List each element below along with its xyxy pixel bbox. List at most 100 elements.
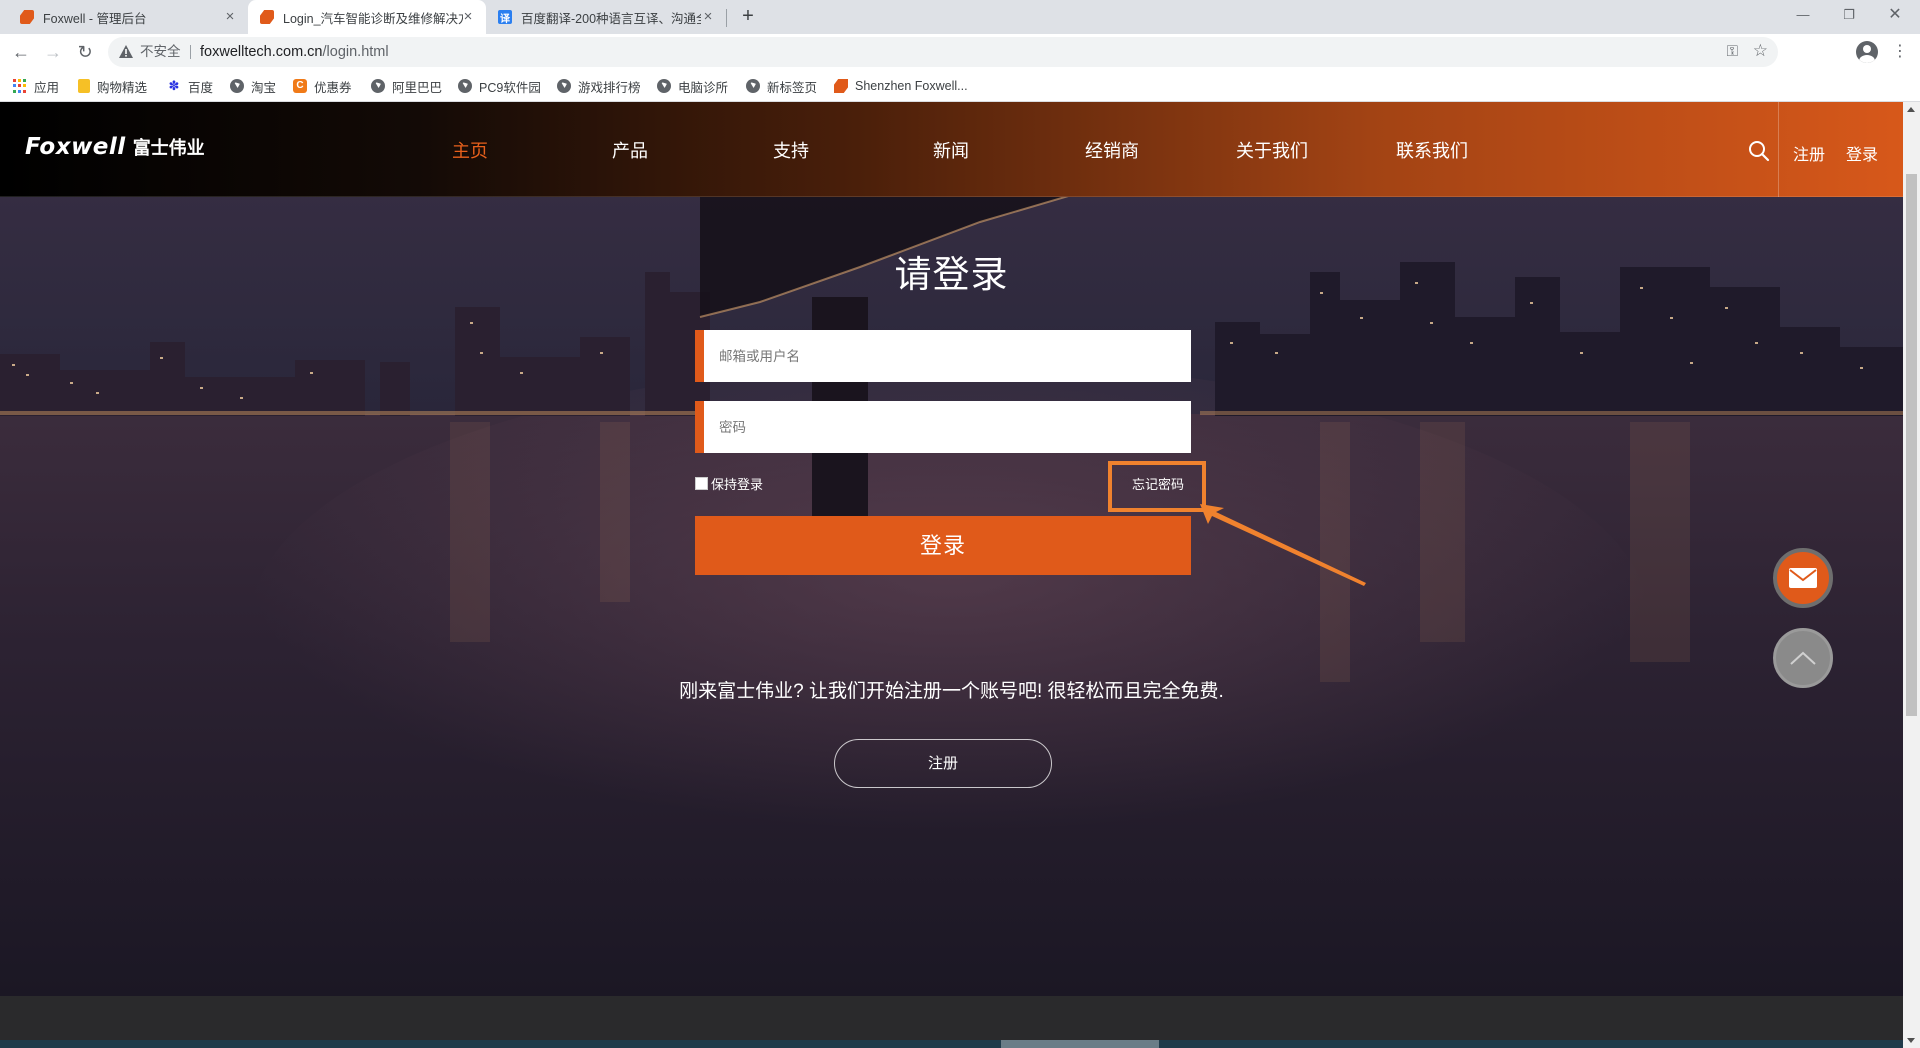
- bookmark-new-tab[interactable]: 新标签页: [746, 76, 817, 96]
- key-icon[interactable]: ⚿: [1727, 41, 1738, 63]
- baidu-paw-icon: ✽: [168, 78, 180, 93]
- annotation-arrow-icon: [1200, 504, 1366, 586]
- username-input[interactable]: [704, 330, 1191, 382]
- close-icon[interactable]: ×: [222, 9, 238, 25]
- tab-foxwell-admin[interactable]: Foxwell - 管理后台 ×: [8, 0, 248, 34]
- back-to-top-button[interactable]: [1773, 628, 1833, 688]
- signup-prompt: 刚来富士伟业? 让我们开始注册一个账号吧! 很轻松而且完全免费.: [679, 681, 1224, 702]
- bookmarks-bar: 应用 购物精选 ✽ 百度 淘宝 C 优惠券 阿里巴巴 PC9软件园 游戏排行榜 …: [0, 70, 1920, 102]
- restore-icon[interactable]: ❐: [1826, 2, 1872, 28]
- header-register-link[interactable]: 注册: [1793, 141, 1825, 165]
- globe-icon: [746, 79, 760, 93]
- globe-icon: [657, 79, 671, 93]
- logo-chinese: 富士伟业: [132, 138, 205, 158]
- address-bar[interactable]: 不安全 foxwelltech.com.cn/login.html ⚿ ☆: [108, 37, 1778, 67]
- nav-contact-us[interactable]: 联系我们: [1396, 137, 1468, 163]
- page-scrollbar[interactable]: [1903, 102, 1920, 1048]
- globe-icon: [458, 79, 472, 93]
- search-icon[interactable]: [1748, 140, 1770, 162]
- close-icon[interactable]: ×: [700, 9, 716, 25]
- scroll-down-arrow-icon[interactable]: [1907, 1038, 1915, 1043]
- more-menu-icon[interactable]: ⋮: [1892, 40, 1908, 64]
- url-host: foxwelltech.com.cn: [200, 44, 323, 60]
- header-divider: [1778, 102, 1779, 197]
- star-icon[interactable]: ☆: [1753, 40, 1768, 62]
- bookmark-label: PC9软件园: [479, 80, 541, 95]
- close-icon[interactable]: ×: [460, 9, 476, 25]
- bookmark-baidu[interactable]: ✽ 百度: [167, 76, 213, 96]
- chevron-up-icon: [1790, 651, 1816, 665]
- bookmark-label: 购物精选: [97, 80, 148, 95]
- bookmark-label: 淘宝: [251, 80, 277, 95]
- foxwell-favicon-icon: [260, 10, 274, 24]
- site-header: Foxwell 富士伟业 主页 产品 支持 新闻 经销商 关于我们 联系我们 注…: [0, 102, 1903, 197]
- tab-title: 百度翻译-200种语言互译、沟通全世界: [521, 11, 701, 26]
- globe-icon: [371, 79, 385, 93]
- bookmark-label: 应用: [34, 80, 60, 95]
- baidu-fanyi-favicon-icon: 译: [498, 10, 512, 25]
- bookmark-label: Shenzhen Foxwell...: [855, 79, 968, 93]
- logo-wordmark: Foxwell: [25, 134, 126, 160]
- remember-me[interactable]: 保持登录: [695, 474, 763, 493]
- bookmark-taobao[interactable]: 淘宝: [230, 76, 276, 96]
- scrollbar-thumb[interactable]: [1906, 174, 1917, 716]
- nav-about-us[interactable]: 关于我们: [1236, 137, 1308, 163]
- nav-news[interactable]: 新闻: [933, 137, 969, 163]
- coupon-icon: C: [293, 79, 307, 93]
- bookmark-coupon[interactable]: C 优惠券: [293, 76, 352, 96]
- browser-toolbar: ← → ↻ 不安全 foxwelltech.com.cn/login.html …: [0, 34, 1920, 70]
- url-path: /login.html: [322, 44, 389, 60]
- remember-me-label: 保持登录: [711, 477, 764, 492]
- tab-title: Login_汽车智能诊断及维修解决方案: [283, 11, 463, 26]
- email-float-button[interactable]: [1773, 548, 1833, 608]
- window-close-icon[interactable]: ✕: [1872, 2, 1918, 28]
- remember-me-checkbox[interactable]: [695, 477, 708, 490]
- omnibox-divider: [190, 45, 191, 59]
- bookmark-label: 新标签页: [767, 80, 818, 95]
- bookmark-shopping[interactable]: 购物精选: [78, 76, 147, 96]
- login-title: 请登录: [894, 254, 1009, 295]
- tab-foxwell-login[interactable]: Login_汽车智能诊断及维修解决方案 ×: [248, 0, 486, 34]
- foxwell-favicon-icon: [834, 79, 848, 93]
- bookmark-pc9[interactable]: PC9软件园: [458, 76, 541, 96]
- forward-arrow-icon[interactable]: →: [41, 40, 65, 64]
- tab-baidu-fanyi[interactable]: 译 百度翻译-200种语言互译、沟通全世界 ×: [486, 0, 726, 34]
- nav-products[interactable]: 产品: [612, 137, 648, 163]
- url-text[interactable]: foxwelltech.com.cn/login.html: [200, 37, 389, 67]
- bookmark-shenzhen-foxwell[interactable]: Shenzhen Foxwell...: [834, 76, 968, 96]
- nav-home[interactable]: 主页: [452, 137, 488, 163]
- tab-strip: Foxwell - 管理后台 × Login_汽车智能诊断及维修解决方案 × 译…: [0, 0, 1920, 34]
- nav-distributors[interactable]: 经销商: [1085, 137, 1139, 163]
- taskbar-edge: [0, 1040, 1903, 1048]
- bookmark-label: 游戏排行榜: [578, 80, 641, 95]
- profile-avatar-icon[interactable]: [1856, 41, 1878, 63]
- globe-icon: [230, 79, 244, 93]
- bookmark-alibaba[interactable]: 阿里巴巴: [371, 76, 442, 96]
- back-arrow-icon[interactable]: ←: [9, 40, 33, 64]
- apps-grid-icon: [13, 79, 27, 93]
- foxwell-logo[interactable]: Foxwell 富士伟业: [25, 134, 205, 160]
- nav-support[interactable]: 支持: [773, 137, 809, 163]
- password-field[interactable]: [695, 401, 1191, 453]
- tab-divider: [726, 9, 727, 27]
- annotation-highlight-box: [1108, 461, 1206, 512]
- bookmark-label: 阿里巴巴: [392, 80, 443, 95]
- scroll-up-arrow-icon[interactable]: [1907, 107, 1915, 112]
- bookmark-label: 电脑诊所: [678, 80, 729, 95]
- minimize-icon[interactable]: —: [1780, 2, 1826, 28]
- horizontal-scrollbar-thumb[interactable]: [1001, 1040, 1159, 1048]
- warning-triangle-icon: [119, 45, 133, 58]
- security-status[interactable]: 不安全: [140, 37, 181, 67]
- signup-button[interactable]: 注册: [834, 739, 1052, 788]
- bookmark-apps[interactable]: 应用: [13, 76, 59, 96]
- bookmark-label: 百度: [188, 80, 214, 95]
- password-input[interactable]: [704, 401, 1191, 453]
- bookmark-pc-clinic[interactable]: 电脑诊所: [657, 76, 728, 96]
- new-tab-button[interactable]: +: [736, 5, 760, 29]
- reload-icon[interactable]: ↻: [73, 40, 97, 64]
- login-submit-button[interactable]: 登录: [695, 516, 1191, 575]
- username-field[interactable]: [695, 330, 1191, 382]
- bookmark-game-ranking[interactable]: 游戏排行榜: [557, 76, 641, 96]
- header-login-link[interactable]: 登录: [1846, 141, 1878, 165]
- page-viewport: Foxwell 富士伟业 主页 产品 支持 新闻 经销商 关于我们 联系我们 注…: [0, 102, 1903, 1048]
